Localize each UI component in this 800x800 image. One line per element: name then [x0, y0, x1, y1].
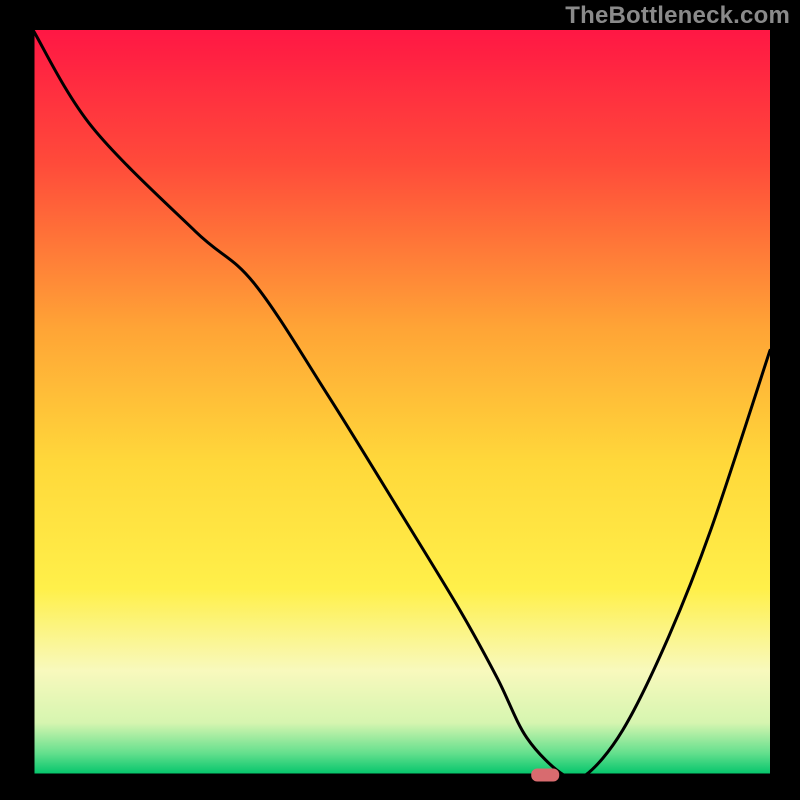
current-point-marker	[531, 769, 559, 782]
bottleneck-chart	[0, 0, 800, 800]
chart-stage: TheBottleneck.com	[0, 0, 800, 800]
gradient-background	[33, 30, 770, 775]
